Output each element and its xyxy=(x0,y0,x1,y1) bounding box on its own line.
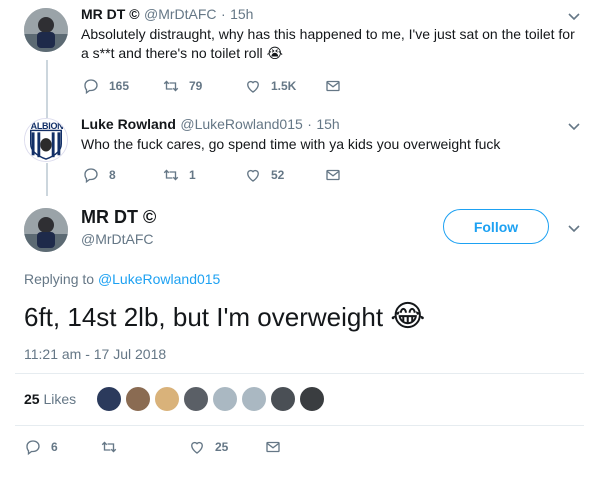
envelope-icon xyxy=(266,441,280,453)
liker-avatar[interactable] xyxy=(212,386,238,412)
dot-separator: · xyxy=(220,6,226,22)
retweet-count: 79 xyxy=(189,79,203,93)
tweet-text: 6ft, 14st 2lb, but I'm overweight xyxy=(24,302,384,332)
reply-icon xyxy=(26,440,40,456)
thread-line-2 xyxy=(46,163,48,196)
retweet-count: 1 xyxy=(189,168,196,182)
tweet-text-line: a s**t and there's no toilet roll 😭 xyxy=(81,45,283,61)
display-name[interactable]: MR DT © xyxy=(81,6,140,22)
divider xyxy=(15,425,584,426)
heart-icon xyxy=(191,441,203,454)
like-button[interactable]: 25 xyxy=(188,438,264,456)
liker-avatar[interactable] xyxy=(154,386,180,412)
heart-icon xyxy=(247,80,259,93)
user-handle[interactable]: @LukeRowland015 xyxy=(180,116,302,132)
tweet-time[interactable]: 15h xyxy=(316,116,339,132)
tweet-header: MR DT © @MrDtAFC · 15h xyxy=(81,6,253,24)
retweet-icon xyxy=(163,80,179,92)
reply-button[interactable]: 8 xyxy=(82,166,162,184)
avatar[interactable] xyxy=(24,208,68,252)
like-count: 25 xyxy=(215,440,229,454)
avatar[interactable]: ALBION xyxy=(24,118,68,162)
chevron-down-icon[interactable] xyxy=(566,220,582,236)
tweet-time[interactable]: 15h xyxy=(230,6,253,22)
liker-avatar[interactable] xyxy=(299,386,325,412)
retweet-button[interactable] xyxy=(100,438,188,456)
envelope-icon xyxy=(326,80,340,92)
envelope-icon xyxy=(326,169,340,181)
tweet-actions: 8 1 52 xyxy=(82,166,342,184)
likes-stat-count: 25 xyxy=(24,391,40,407)
dm-button[interactable] xyxy=(324,77,342,95)
badge-text: ALBION xyxy=(30,121,64,131)
liker-avatar[interactable] xyxy=(270,386,296,412)
liker-avatars xyxy=(96,386,328,412)
like-count: 52 xyxy=(271,168,285,182)
follow-button[interactable]: Follow xyxy=(443,209,549,244)
avatar-image xyxy=(24,208,68,252)
user-handle[interactable]: @MrDtAFC xyxy=(81,231,154,247)
dm-button[interactable] xyxy=(264,438,282,456)
dot-separator: · xyxy=(307,116,312,132)
tweet-actions: 165 79 1.5K xyxy=(82,77,342,95)
chevron-down-icon[interactable] xyxy=(566,8,582,24)
timestamp[interactable]: 11:21 am - 17 Jul 2018 xyxy=(24,346,166,362)
tweet-header: Luke Rowland @LukeRowland015 · 15h xyxy=(81,116,340,134)
reply-count: 165 xyxy=(109,79,130,93)
liker-avatar[interactable] xyxy=(125,386,151,412)
liker-avatar[interactable] xyxy=(241,386,267,412)
chevron-down-icon[interactable] xyxy=(566,118,582,134)
reply-icon xyxy=(84,79,98,95)
replying-prefix: Replying to xyxy=(24,271,95,287)
divider xyxy=(15,373,584,374)
reply-count: 6 xyxy=(51,440,58,454)
retweet-button[interactable]: 1 xyxy=(162,166,244,184)
user-handle[interactable]: @MrDtAFC xyxy=(144,6,217,22)
avatar[interactable] xyxy=(24,8,68,52)
reply-button[interactable]: 6 xyxy=(24,438,100,456)
display-name[interactable]: Luke Rowland xyxy=(81,116,176,132)
likes-stat-label: Likes xyxy=(43,391,77,407)
main-tweet-text: 6ft, 14st 2lb, but I'm overweight 😂 xyxy=(24,299,425,335)
crying-emoji: 😭 xyxy=(266,45,283,61)
avatar-image xyxy=(24,8,68,52)
retweet-icon xyxy=(163,169,179,181)
dm-button[interactable] xyxy=(324,166,342,184)
thread-line-1 xyxy=(46,60,48,118)
reply-icon xyxy=(84,168,98,184)
reply-button[interactable]: 165 xyxy=(82,77,162,95)
like-button[interactable]: 52 xyxy=(244,166,324,184)
tweet-actions: 6 25 xyxy=(24,438,282,456)
display-name[interactable]: MR DT © xyxy=(81,207,156,228)
heart-icon xyxy=(247,169,259,182)
retweet-button[interactable]: 79 xyxy=(162,77,244,95)
likes-stat[interactable]: 25 Likes xyxy=(24,391,76,407)
liker-avatar[interactable] xyxy=(183,386,209,412)
liker-avatar[interactable] xyxy=(96,386,122,412)
laughing-emoji: 😂 xyxy=(390,300,426,333)
replying-to-link[interactable]: @LukeRowland015 xyxy=(98,271,220,287)
like-button[interactable]: 1.5K xyxy=(244,77,324,95)
like-count: 1.5K xyxy=(271,79,297,93)
tweet-text-line: Absolutely distraught, why has this happ… xyxy=(81,26,575,42)
retweet-icon xyxy=(101,441,117,453)
tweet-text: Absolutely distraught, why has this happ… xyxy=(81,25,596,63)
tweet-text: Who the fuck cares, go spend time with y… xyxy=(81,136,501,152)
reply-count: 8 xyxy=(109,168,116,182)
replying-to: Replying to @LukeRowland015 xyxy=(24,271,220,287)
